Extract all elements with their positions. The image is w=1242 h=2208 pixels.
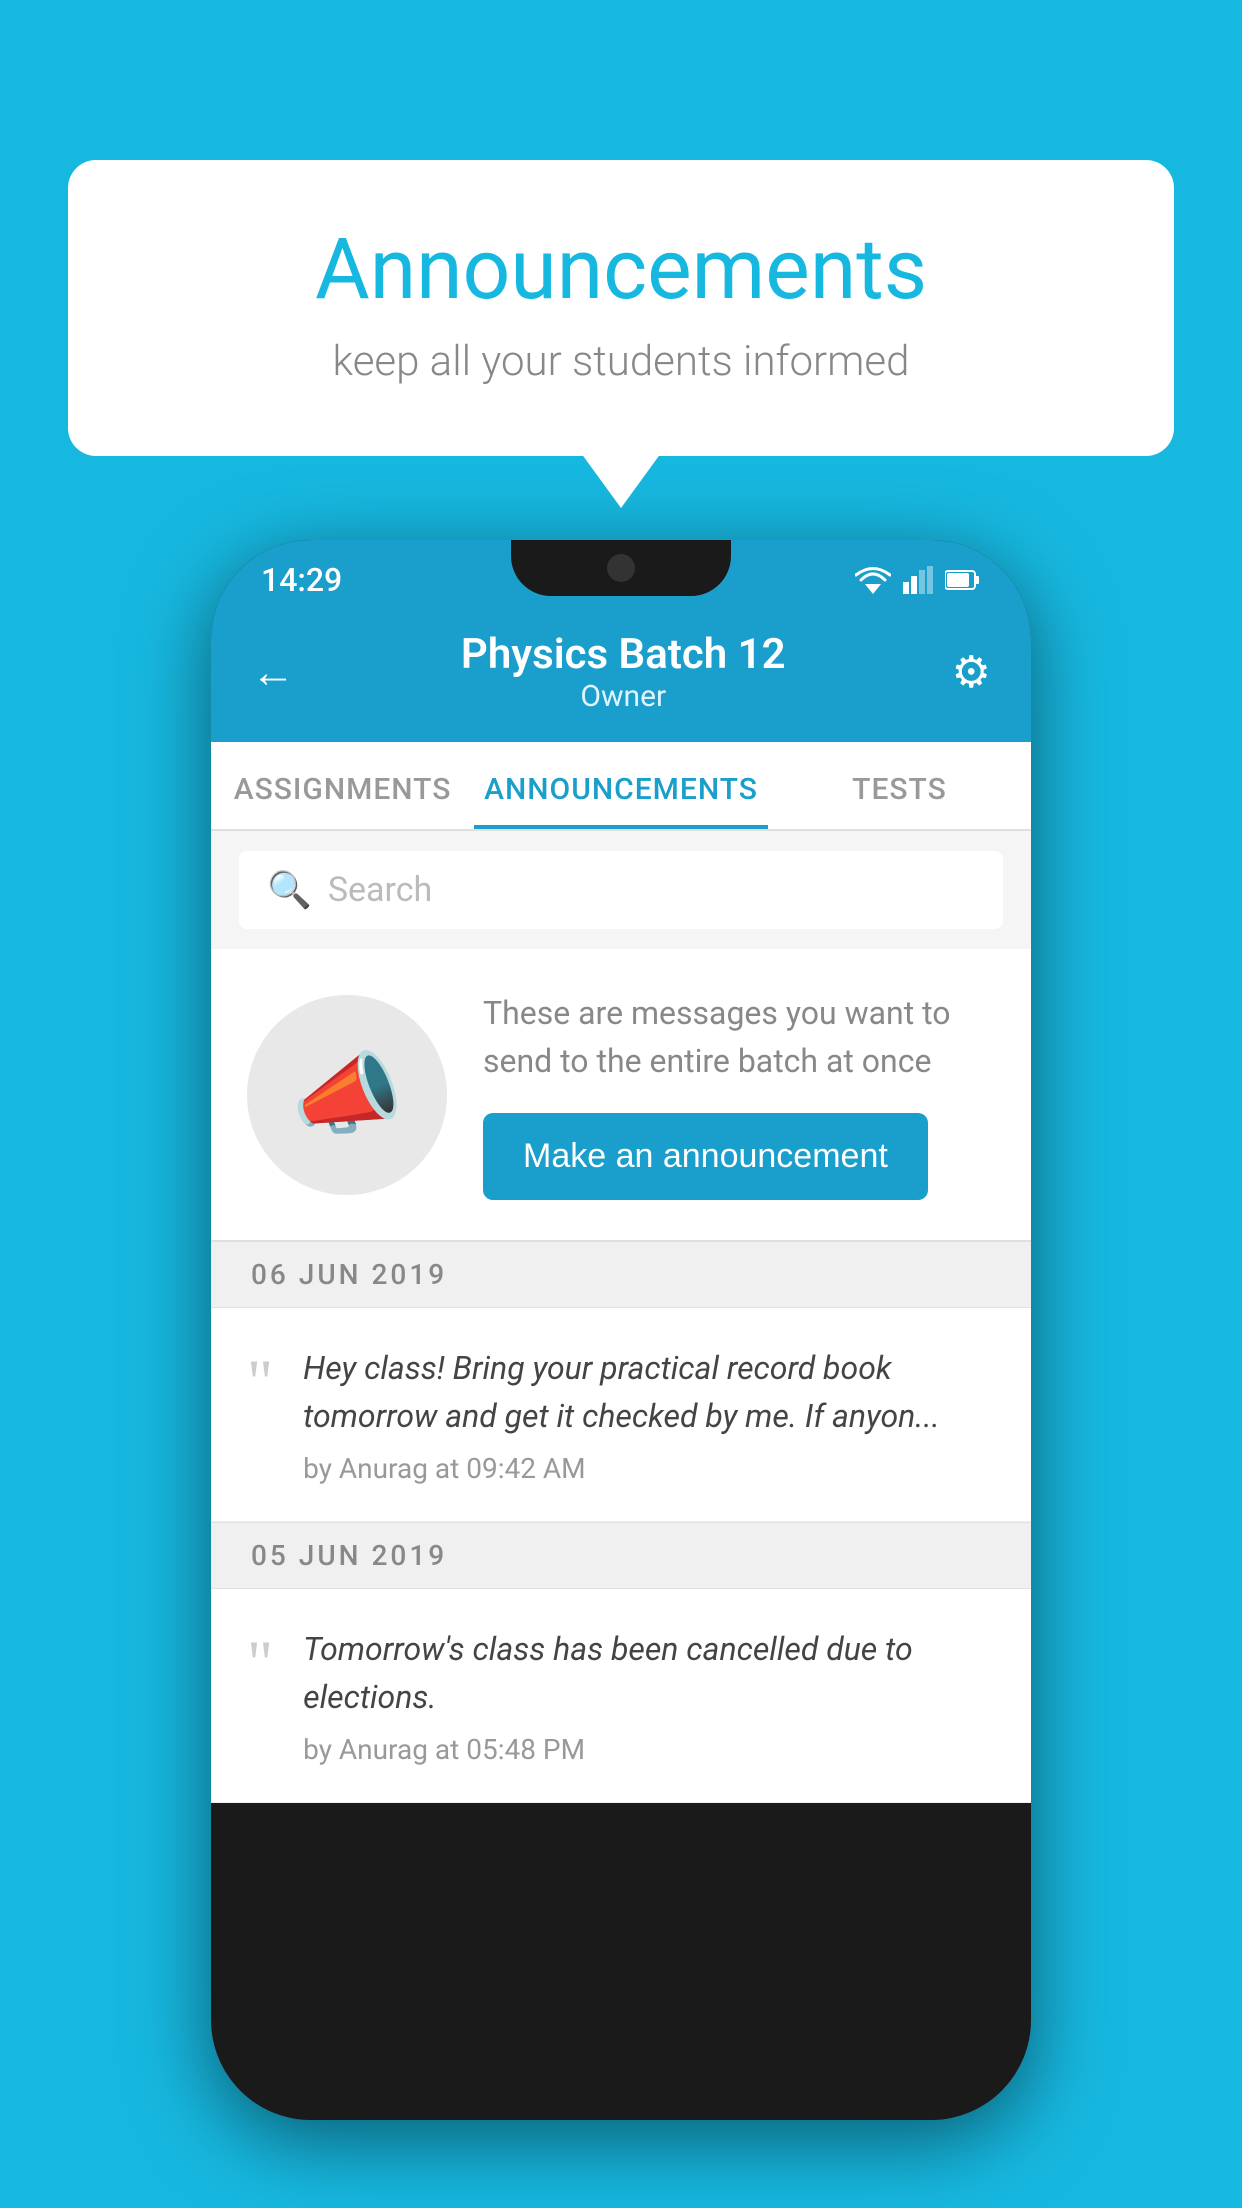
search-bar[interactable]: 🔍 Search bbox=[239, 851, 1003, 929]
tabs-bar: ASSIGNMENTS ANNOUNCEMENTS TESTS bbox=[211, 742, 1031, 831]
megaphone-icon: 📣 bbox=[291, 1042, 403, 1147]
megaphone-circle: 📣 bbox=[247, 995, 447, 1195]
announcement-text-2: Tomorrow's class has been cancelled due … bbox=[303, 1625, 995, 1721]
announcement-item-1[interactable]: " Hey class! Bring your practical record… bbox=[211, 1308, 1031, 1522]
announcement-meta-2: by Anurag at 05:48 PM bbox=[303, 1733, 995, 1766]
make-announcement-button[interactable]: Make an announcement bbox=[483, 1113, 928, 1200]
quote-icon-1: " bbox=[247, 1350, 273, 1414]
promo-description: These are messages you want to send to t… bbox=[483, 989, 995, 1085]
announcement-content-2: Tomorrow's class has been cancelled due … bbox=[303, 1625, 995, 1766]
signal-icon bbox=[903, 566, 933, 594]
header-title: Physics Batch 12 bbox=[461, 630, 786, 679]
date-separator-2: 05 JUN 2019 bbox=[211, 1522, 1031, 1589]
header-subtitle: Owner bbox=[461, 679, 786, 714]
phone-notch bbox=[511, 540, 731, 596]
phone-camera bbox=[607, 554, 635, 582]
search-placeholder: Search bbox=[328, 870, 432, 910]
wifi-icon bbox=[855, 566, 891, 594]
search-icon: 🔍 bbox=[267, 869, 312, 911]
phone-device: 14:29 bbox=[211, 540, 1031, 2120]
status-time: 14:29 bbox=[261, 561, 342, 599]
app-header: ← Physics Batch 12 Owner ⚙ bbox=[211, 610, 1031, 742]
announcement-meta-1: by Anurag at 09:42 AM bbox=[303, 1452, 995, 1485]
phone-wrapper: 14:29 bbox=[211, 540, 1031, 2120]
battery-icon bbox=[945, 569, 981, 591]
speech-bubble-title: Announcements bbox=[148, 220, 1094, 319]
speech-bubble-container: Announcements keep all your students inf… bbox=[68, 160, 1174, 456]
date-separator-1: 06 JUN 2019 bbox=[211, 1241, 1031, 1308]
quote-icon-2: " bbox=[247, 1631, 273, 1695]
speech-bubble: Announcements keep all your students inf… bbox=[68, 160, 1174, 456]
announcement-item-2[interactable]: " Tomorrow's class has been cancelled du… bbox=[211, 1589, 1031, 1803]
announcement-content-1: Hey class! Bring your practical record b… bbox=[303, 1344, 995, 1485]
tab-assignments[interactable]: ASSIGNMENTS bbox=[211, 742, 474, 829]
status-icons bbox=[855, 566, 981, 594]
phone-screen: 14:29 bbox=[211, 540, 1031, 2120]
tab-announcements[interactable]: ANNOUNCEMENTS bbox=[474, 742, 768, 829]
header-center: Physics Batch 12 Owner bbox=[461, 630, 786, 714]
tab-tests[interactable]: TESTS bbox=[768, 742, 1031, 829]
back-button[interactable]: ← bbox=[251, 646, 295, 698]
speech-bubble-subtitle: keep all your students informed bbox=[148, 337, 1094, 386]
phone-screen-content: 🔍 Search 📣 These are messages you want t… bbox=[211, 831, 1031, 1803]
announcement-text-1: Hey class! Bring your practical record b… bbox=[303, 1344, 995, 1440]
promo-section: 📣 These are messages you want to send to… bbox=[211, 949, 1031, 1241]
promo-right: These are messages you want to send to t… bbox=[483, 989, 995, 1200]
settings-icon[interactable]: ⚙ bbox=[952, 646, 991, 698]
search-bar-wrapper: 🔍 Search bbox=[211, 831, 1031, 949]
